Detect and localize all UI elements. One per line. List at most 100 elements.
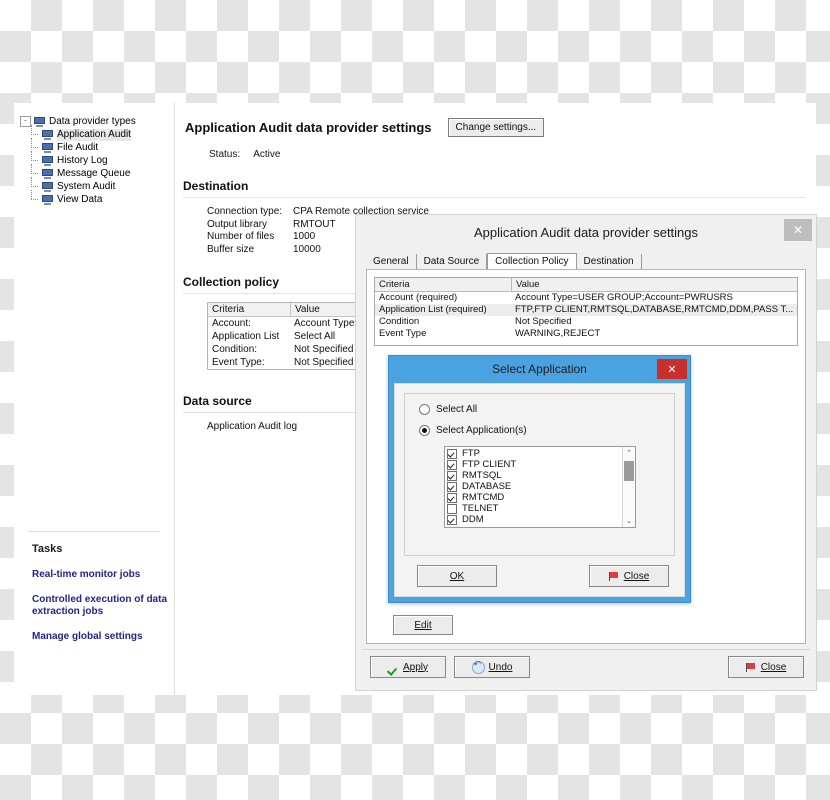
tree-node-root[interactable]: - Data provider types — [20, 115, 136, 128]
listbox-scrollbar[interactable]: ⌃ ⌄ — [622, 447, 635, 527]
computer-icon — [42, 129, 53, 140]
change-settings-button[interactable]: Change settings... — [447, 118, 545, 137]
column-header-value[interactable]: Value — [512, 278, 544, 291]
checkbox-icon[interactable] — [447, 459, 457, 470]
table-row[interactable]: Event Type WARNING,REJECT — [375, 328, 797, 340]
close-button[interactable]: Close — [589, 565, 669, 587]
check-icon — [388, 662, 399, 673]
sidebar-item-system-audit[interactable]: System Audit — [20, 177, 136, 193]
task-link-controlled-execution[interactable]: Controlled execution of data extraction … — [32, 594, 182, 618]
list-item[interactable]: DATABASE — [447, 481, 622, 492]
computer-icon — [42, 194, 53, 205]
radio-icon-selected[interactable] — [419, 425, 430, 436]
cell-criteria: Event Type: — [212, 357, 265, 368]
destination-value: 10000 — [293, 243, 321, 255]
ok-button[interactable]: OK — [417, 565, 497, 587]
cell-value: FTP,FTP CLIENT,RMTSQL,DATABASE,RMTCMD,DD… — [515, 304, 794, 315]
checkbox-icon[interactable] — [447, 492, 457, 503]
list-item-label: DDM — [462, 514, 484, 525]
undo-arrow-icon — [471, 659, 485, 674]
close-button[interactable]: Close — [728, 656, 804, 678]
table-row[interactable]: Condition Not Specified — [375, 316, 797, 328]
close-icon[interactable]: ✕ — [657, 359, 687, 379]
table-row[interactable]: Account (required) Account Type=USER GRO… — [375, 292, 797, 304]
list-item-label: TELNET — [462, 503, 499, 514]
destination-heading: Destination — [183, 179, 249, 193]
column-header-criteria[interactable]: Criteria — [375, 278, 512, 291]
destination-rule — [183, 197, 806, 198]
tree-item-label: History Log — [57, 154, 108, 166]
tree-expander-icon[interactable]: - — [20, 116, 31, 127]
apply-button[interactable]: Apply — [370, 656, 446, 678]
application-list-items: FTP FTP CLIENT RMTSQL DATABASE RMTCMD TE… — [445, 447, 622, 527]
undo-button[interactable]: Undo — [454, 656, 530, 678]
tab-destination[interactable]: Destination — [577, 254, 642, 270]
checkbox-icon[interactable] — [447, 503, 457, 514]
tab-data-source[interactable]: Data Source — [417, 254, 488, 270]
column-header-criteria: Criteria — [208, 303, 291, 316]
scroll-down-icon[interactable]: ⌄ — [623, 515, 635, 527]
page-title: Application Audit data provider settings — [185, 120, 432, 135]
list-item[interactable]: RMTCMD — [447, 492, 622, 503]
table-row[interactable]: Application List (required) FTP,FTP CLIE… — [375, 304, 797, 316]
data-provider-tree: - Data provider types Application Audit … — [20, 115, 136, 206]
close-button-label: Close — [623, 570, 650, 582]
status-row: Status: Active — [209, 149, 816, 160]
scrollbar-thumb[interactable] — [624, 461, 634, 481]
application-selection-group: Select All Select Application(s) FTP FTP… — [404, 393, 675, 556]
scroll-up-icon[interactable]: ⌃ — [623, 447, 635, 459]
cell-criteria: Application List (required) — [379, 304, 487, 315]
undo-button-label: Undo — [488, 661, 513, 673]
application-listbox[interactable]: FTP FTP CLIENT RMTSQL DATABASE RMTCMD TE… — [444, 446, 636, 528]
sidebar-item-view-data[interactable]: View Data — [20, 190, 136, 206]
dialog-title-bar: Application Audit data provider settings… — [356, 215, 816, 249]
destination-key: Number of files — [207, 231, 275, 242]
list-item[interactable]: RMTSQL — [447, 470, 622, 481]
list-item-label: FTP — [462, 448, 480, 459]
sidebar-item-message-queue[interactable]: Message Queue — [20, 164, 136, 180]
sidebar-item-application-audit[interactable]: Application Audit — [20, 125, 136, 141]
radio-icon[interactable] — [419, 404, 430, 415]
task-link-realtime-monitor-jobs[interactable]: Real-time monitor jobs — [32, 569, 182, 581]
ok-button-label: OK — [449, 570, 465, 582]
list-item[interactable]: TELNET — [447, 503, 622, 514]
cell-criteria: Application List — [212, 331, 280, 342]
computer-icon — [42, 168, 53, 179]
computer-icon — [42, 142, 53, 153]
tasks-divider — [28, 531, 160, 532]
sidebar-item-file-audit[interactable]: File Audit — [20, 138, 136, 154]
checkbox-icon[interactable] — [447, 448, 457, 459]
dialog-footer: Apply Undo Close — [362, 649, 810, 684]
exit-flag-icon — [745, 662, 757, 673]
cell-criteria: Account (required) — [379, 292, 458, 303]
radio-select-applications[interactable]: Select Application(s) — [419, 425, 674, 436]
criteria-grid: Criteria Value Account (required) Accoun… — [374, 277, 798, 346]
page-header: Application Audit data provider settings… — [175, 103, 816, 137]
radio-select-all[interactable]: Select All — [419, 404, 674, 415]
tab-general[interactable]: General — [366, 254, 417, 270]
edit-button-label: Edit — [414, 619, 432, 631]
list-item[interactable]: FTP — [447, 448, 622, 459]
checkbox-icon[interactable] — [447, 481, 457, 492]
radio-select-applications-label: Select Application(s) — [436, 425, 527, 436]
edit-button[interactable]: Edit — [393, 615, 453, 635]
computer-icon — [42, 155, 53, 166]
column-header-value: Value — [295, 304, 320, 315]
tree-item-label: View Data — [57, 193, 103, 205]
list-item[interactable]: DDM — [447, 514, 622, 525]
sidebar-item-history-log[interactable]: History Log — [20, 151, 136, 167]
cell-value: Account Type= — [294, 318, 361, 329]
cell-value: Select All — [294, 331, 336, 342]
cell-criteria: Condition — [379, 316, 420, 327]
close-icon[interactable]: ✕ — [784, 219, 812, 241]
list-item[interactable]: FTP CLIENT — [447, 459, 622, 470]
task-link-manage-global-settings[interactable]: Manage global settings — [32, 631, 182, 643]
select-application-dialog: Select Application ✕ Select All Select A… — [388, 355, 691, 603]
cell-criteria: Account: — [212, 318, 251, 329]
radio-select-all-label: Select All — [436, 404, 478, 415]
checkbox-icon[interactable] — [447, 514, 457, 525]
left-navigation-pane: - Data provider types Application Audit … — [14, 103, 175, 695]
tree-item-label: Application Audit — [57, 128, 131, 141]
destination-value: 1000 — [293, 231, 316, 242]
checkbox-icon[interactable] — [447, 470, 457, 481]
